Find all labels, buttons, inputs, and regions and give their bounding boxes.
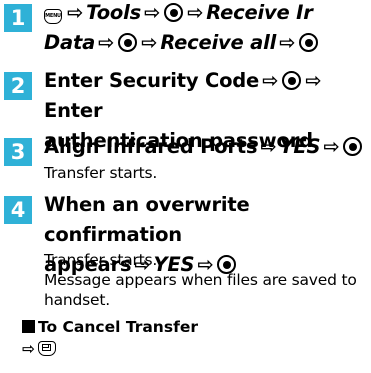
step-1-line-1: MENU ⇨ Tools ⇨ ⇨ Receive Ir xyxy=(44,0,369,28)
step-3-note: Transfer starts. xyxy=(44,164,158,182)
enter-security-code-text: Enter Security Code xyxy=(44,69,260,92)
arrow-icon: ⇨ xyxy=(260,135,277,158)
mail-key-icon xyxy=(38,341,56,356)
step-number-4: 4 xyxy=(4,196,32,224)
step-4-line-1: When an overwrite confirmation xyxy=(44,193,250,246)
step-2-line-1: Enter Security Code ⇨ ⇨Enter xyxy=(44,66,369,126)
arrow-icon: ⇨ xyxy=(144,1,161,24)
center-key-icon xyxy=(118,33,138,52)
center-key-icon xyxy=(282,71,302,90)
arrow-icon: ⇨ xyxy=(67,1,84,24)
step-number-2: 2 xyxy=(4,72,32,100)
arrow-icon: ⇨ xyxy=(22,340,35,358)
cancel-transfer-section: To Cancel Transfer ⇨ xyxy=(22,316,198,360)
step-number-1: 1 xyxy=(4,4,32,32)
arrow-icon: ⇨ xyxy=(323,135,340,158)
cancel-transfer-heading: To Cancel Transfer xyxy=(22,316,198,338)
center-key-icon xyxy=(343,137,363,156)
arrow-icon: ⇨ xyxy=(187,1,204,24)
square-bullet-icon xyxy=(22,320,35,333)
tools-label: Tools xyxy=(86,1,142,24)
arrow-icon: ⇨ xyxy=(262,69,279,92)
center-key-icon xyxy=(299,33,319,52)
receive-ir-label: Receive Ir xyxy=(206,1,313,24)
step-4-note-3: handset. xyxy=(44,291,111,309)
arrow-icon: ⇨ xyxy=(279,31,296,54)
step-1-line-2: Data ⇨ ⇨ Receive all ⇨ xyxy=(44,28,369,58)
step-3-instruction: Align Infrared Ports ⇨ YES ⇨ xyxy=(44,132,369,162)
receive-all-label: Receive all xyxy=(160,31,277,54)
step-4-note-2: Message appears when files are saved to xyxy=(44,271,357,289)
align-ports-text: Align Infrared Ports xyxy=(44,135,258,158)
arrow-icon: ⇨ xyxy=(141,31,158,54)
yes-label: YES xyxy=(279,135,321,158)
arrow-icon: ⇨ xyxy=(98,31,115,54)
enter-text: Enter xyxy=(44,99,103,122)
cancel-transfer-operation: ⇨ xyxy=(22,338,198,360)
data-label: Data xyxy=(44,31,96,54)
step-1-instruction: MENU ⇨ Tools ⇨ ⇨ Receive Ir Data ⇨ ⇨ Receive all… xyxy=(44,0,369,58)
cancel-transfer-title: To Cancel Transfer xyxy=(38,318,198,336)
step-4-note-1: Transfer starts. xyxy=(44,251,158,269)
step-number-3: 3 xyxy=(4,138,32,166)
center-key-icon xyxy=(164,3,184,22)
menu-key-icon: MENU xyxy=(44,9,62,24)
arrow-icon: ⇨ xyxy=(305,69,322,92)
